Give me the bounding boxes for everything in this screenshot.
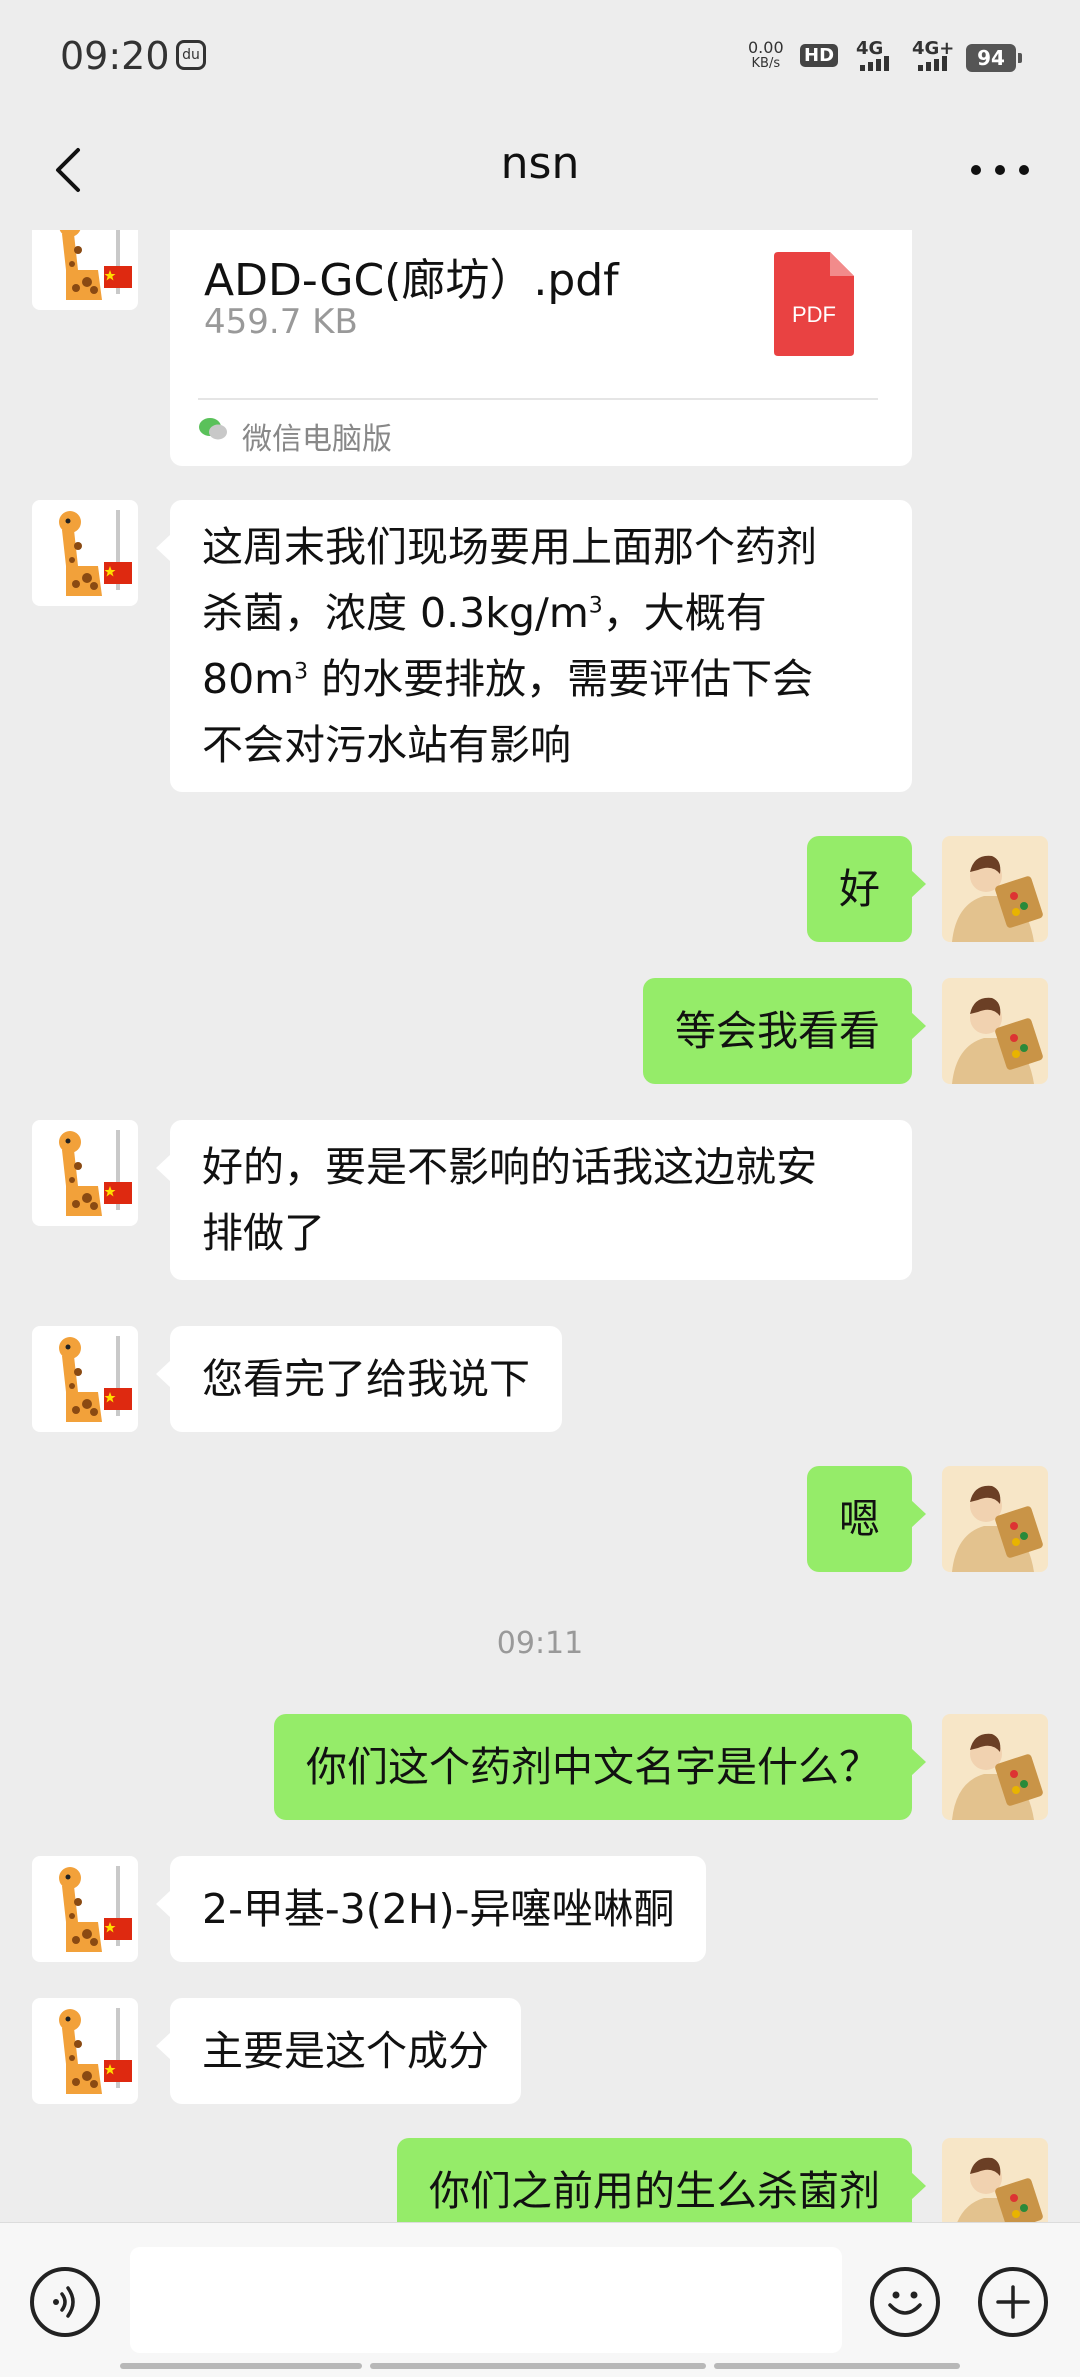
my-avatar[interactable] xyxy=(942,2138,1048,2222)
message-bubble-outgoing[interactable]: 等会我看看 xyxy=(643,978,926,1084)
message-line: 好的，要是不影响的话我这边就安 xyxy=(202,1143,817,1191)
gesture-bar xyxy=(120,2363,960,2369)
contact-avatar[interactable] xyxy=(32,1856,138,1962)
file-name: ADD-GC(廊坊）.pdf xyxy=(204,255,619,306)
message-bubble-outgoing[interactable]: 嗯 xyxy=(807,1466,926,1572)
chat-title: nsn xyxy=(500,138,580,189)
message-bubble-incoming[interactable]: 主要是这个成分 xyxy=(156,1998,521,2104)
sim1-signal-icon xyxy=(860,56,889,71)
my-avatar[interactable] xyxy=(942,1714,1048,1820)
message-line: 排做了 xyxy=(202,1209,325,1257)
status-time: 09:20 xyxy=(60,34,170,78)
message-bubble-incoming[interactable]: 2-甲基-3(2H)-异噻唑啉酮 xyxy=(155,1856,707,1962)
message-bubble-incoming[interactable]: 这周末我们现场要用上面那个药剂 杀菌，浓度 0.3kg/m3，大概有 80m3 … xyxy=(156,500,912,792)
wechat-icon xyxy=(199,418,227,440)
contact-avatar[interactable] xyxy=(32,500,138,606)
status-bar: 09:20 du 0.00 KB/s HD 4G 4G+ 94 xyxy=(0,0,1080,110)
more-dots-icon[interactable] xyxy=(960,140,1040,200)
sim2-signal-icon xyxy=(918,56,947,71)
contact-avatar[interactable] xyxy=(32,230,138,310)
file-source-label: 微信电脑版 xyxy=(242,422,392,457)
pdf-file-icon: PDF xyxy=(774,252,854,356)
chat-header: nsn xyxy=(0,110,1080,230)
my-avatar[interactable] xyxy=(942,1466,1048,1572)
message-bubble-outgoing[interactable]: 你们之前用的生么杀菌剂 xyxy=(397,2138,926,2222)
file-card-divider xyxy=(198,398,878,400)
network-speed-unit: KB/s xyxy=(751,56,781,71)
pdf-icon-label: PDF xyxy=(792,302,836,327)
message-bubble-outgoing[interactable]: 好 xyxy=(807,836,926,942)
message-line: 不会对污水站有影响 xyxy=(202,721,571,769)
message-list[interactable]: ADD-GC(廊坊）.pdf 459.7 KB PDF 微信电脑版 这周末我们现… xyxy=(0,230,1080,2222)
message-line: 杀菌，浓度 0.3kg/m3，大概有 xyxy=(202,589,767,637)
message-line: 80m3 的水要排放，需要评估下会 xyxy=(202,655,814,703)
network-speed-value: 0.00 xyxy=(748,38,784,57)
file-message-card[interactable]: ADD-GC(廊坊）.pdf 459.7 KB PDF 微信电脑版 xyxy=(170,230,912,466)
notification-icon: du xyxy=(176,40,206,70)
message-bubble-incoming[interactable]: 好的，要是不影响的话我这边就安 排做了 xyxy=(156,1120,912,1280)
contact-avatar[interactable] xyxy=(32,1326,138,1432)
message-bubble-outgoing[interactable]: 你们这个药剂中文名字是什么？ xyxy=(274,1714,926,1820)
emoji-icon[interactable] xyxy=(870,2267,940,2337)
hd-voice-icon: HD xyxy=(800,44,839,67)
message-input[interactable] xyxy=(130,2247,842,2353)
voice-icon[interactable] xyxy=(30,2267,100,2337)
contact-avatar[interactable] xyxy=(32,1120,138,1226)
message-bubble-incoming[interactable]: 您看完了给我说下 xyxy=(156,1326,562,1432)
file-size: 459.7 KB xyxy=(204,302,358,342)
network-speed: 0.00 KB/s xyxy=(748,40,784,72)
my-avatar[interactable] xyxy=(942,978,1048,1084)
message-line: 这周末我们现场要用上面那个药剂 xyxy=(202,523,817,571)
input-bar xyxy=(0,2222,1080,2377)
plus-icon[interactable] xyxy=(978,2267,1048,2337)
battery-icon: 94 xyxy=(966,44,1022,72)
chat-timestamp: 09:11 xyxy=(496,1626,584,1661)
my-avatar[interactable] xyxy=(942,836,1048,942)
contact-avatar[interactable] xyxy=(32,1998,138,2104)
